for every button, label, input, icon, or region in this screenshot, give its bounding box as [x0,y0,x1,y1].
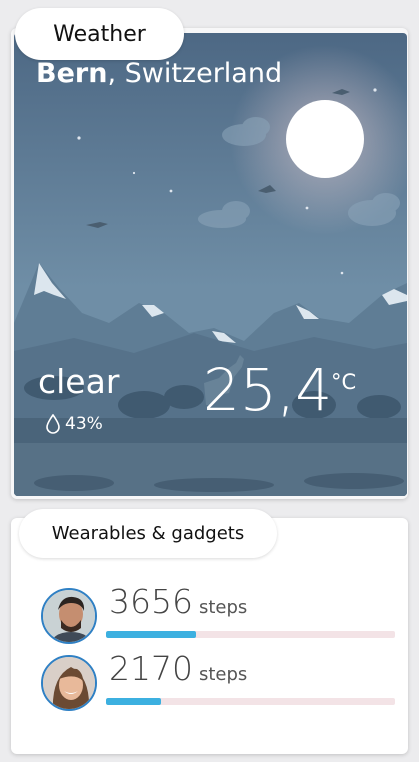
temperature-unit: °C [331,370,357,394]
wearables-tab[interactable]: Wearables & gadgets [19,509,277,558]
location-label: Bern, Switzerland [36,58,282,89]
humidity-value: 43% [65,414,103,434]
moon-icon [286,100,364,178]
user-photo-female [43,657,95,709]
avatar [41,588,97,644]
steps-count: 3656 [109,582,193,621]
droplet-icon [46,414,60,434]
steps-count: 2170 [109,649,193,688]
avatar [41,655,97,711]
weather-tab[interactable]: Weather [15,8,184,60]
country-name: , Switzerland [107,58,283,89]
wearable-user-row[interactable]: 2170 steps [41,649,401,711]
steps-progress-bar [106,698,395,705]
city-name: Bern [36,58,108,89]
steps-label: steps [199,597,248,618]
humidity: 43% [46,414,103,434]
weather-condition: clear [38,362,120,401]
user-photo-male [43,590,95,642]
wearable-user-row[interactable]: 3656 steps [41,582,401,644]
temperature-value: 25,4 [203,356,333,424]
steps-label: steps [199,664,248,685]
steps-progress-fill [106,698,161,705]
steps-progress-bar [106,631,395,638]
steps-progress-fill [106,631,196,638]
